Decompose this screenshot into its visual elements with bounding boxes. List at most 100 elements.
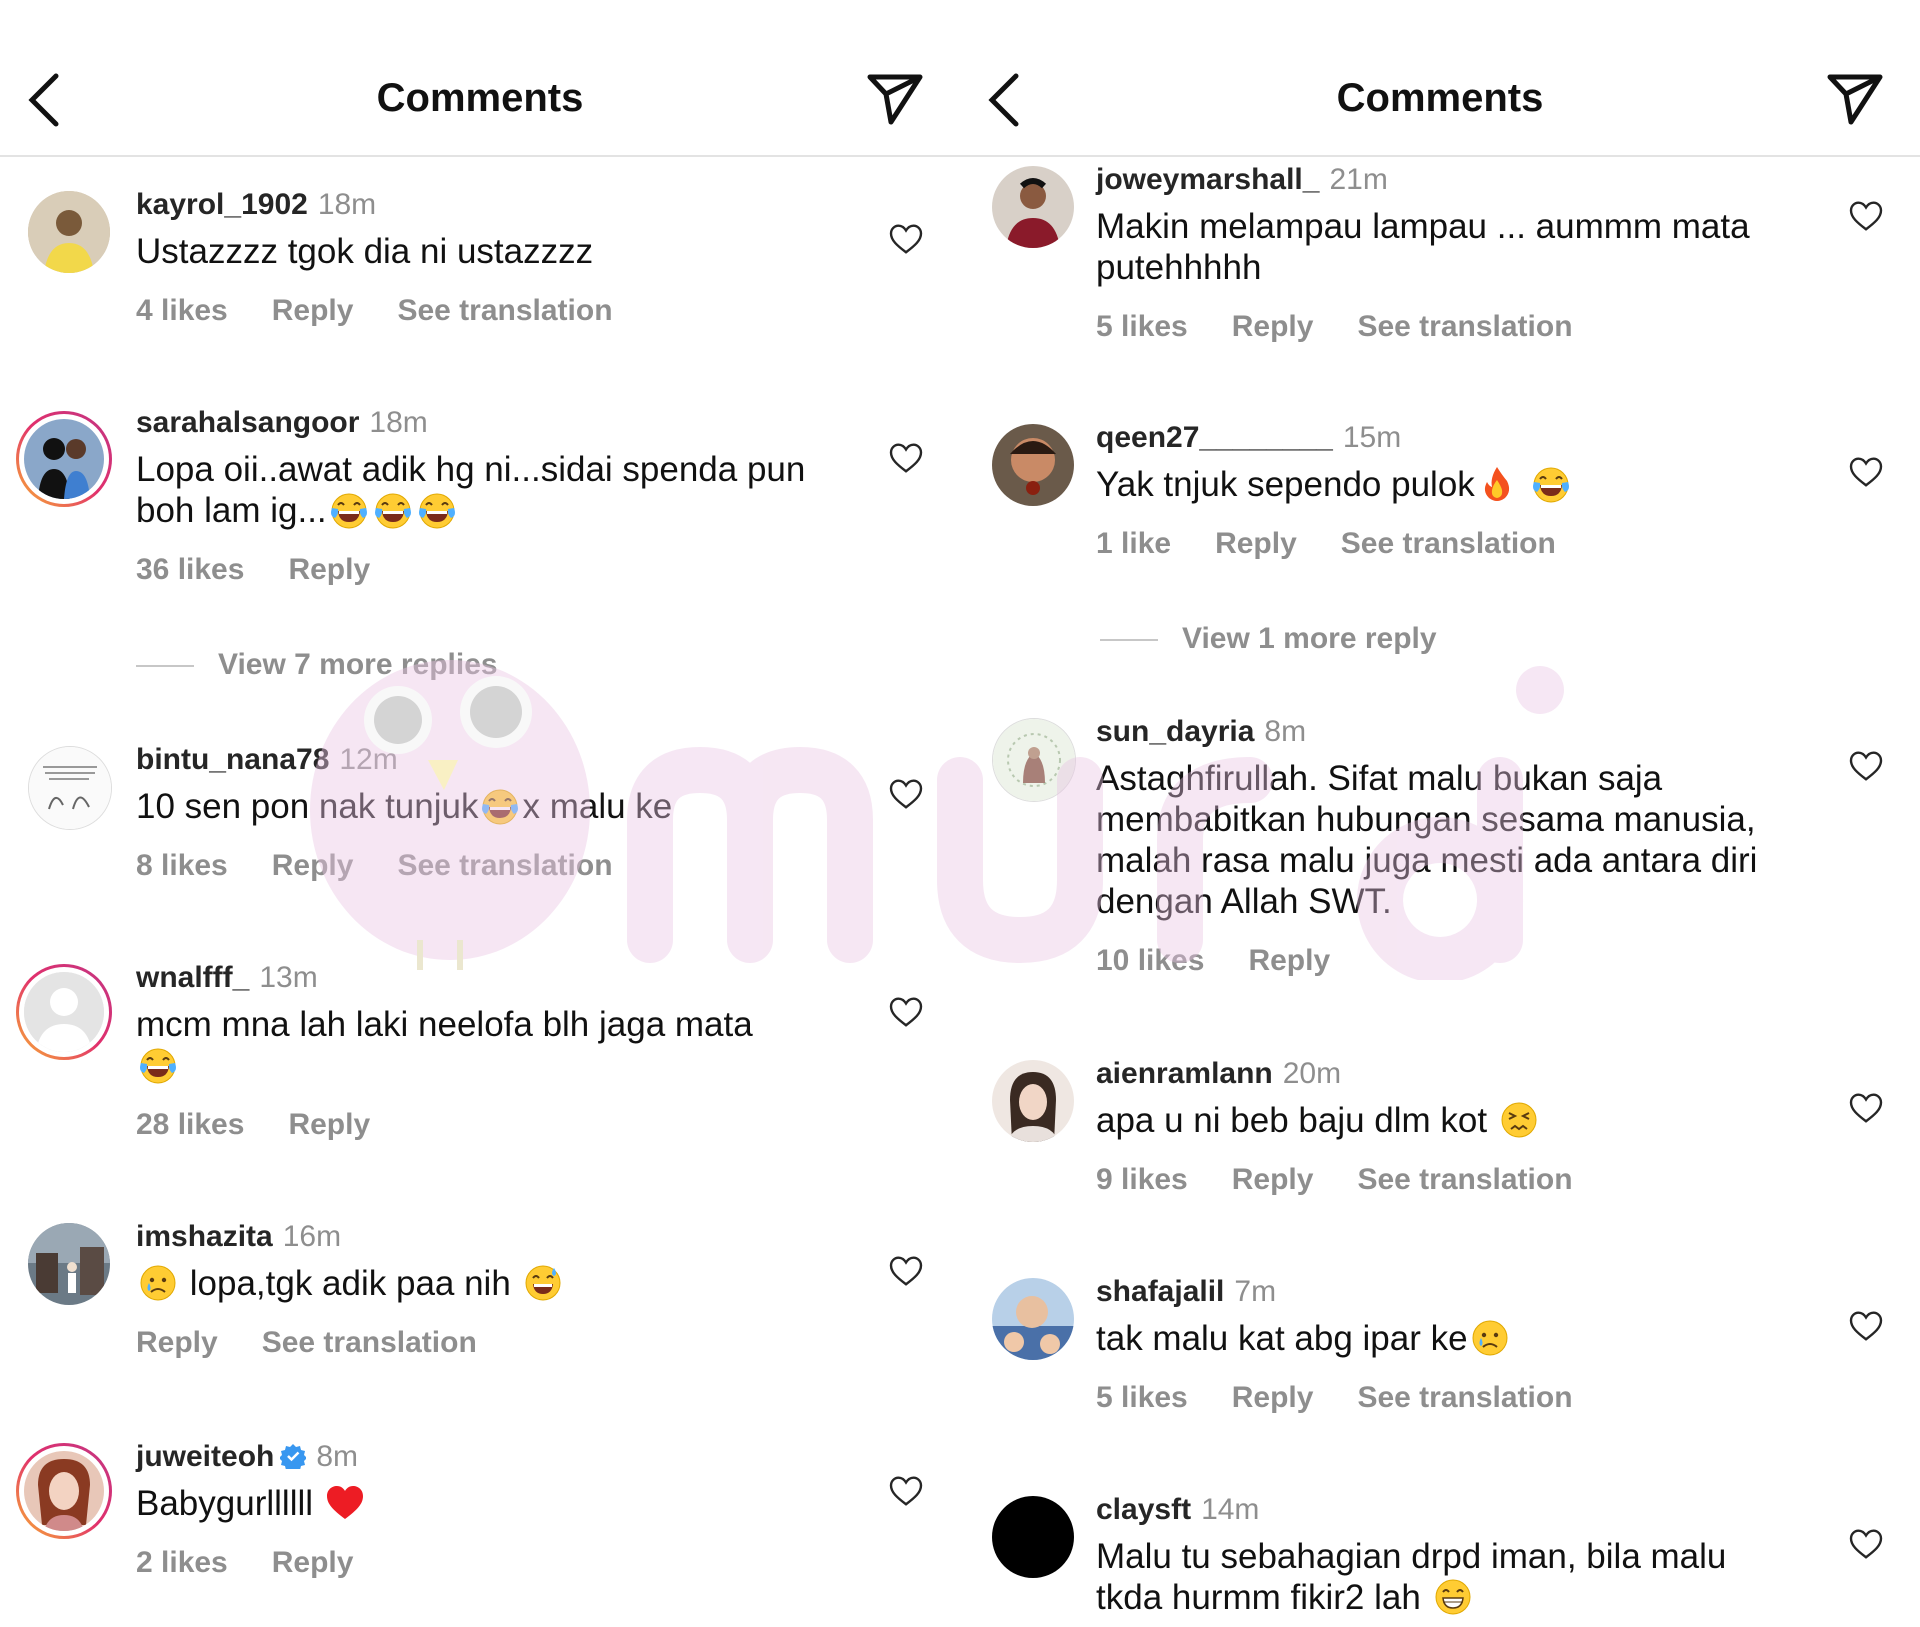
comment-text: tak malu kat abg ipar ke bbox=[1096, 1318, 1800, 1359]
username[interactable]: shafajalil bbox=[1096, 1275, 1224, 1308]
comments-panel-right: Comments joweymarshall_ 21m Makin melampa… bbox=[960, 0, 1920, 1627]
fire-emoji-icon bbox=[1477, 464, 1517, 504]
see-translation-button[interactable]: See translation bbox=[1357, 1381, 1572, 1414]
grinning-face-emoji-icon bbox=[1433, 1577, 1473, 1617]
reply-button[interactable]: Reply bbox=[272, 1546, 354, 1579]
username[interactable]: aienramlann bbox=[1096, 1057, 1273, 1090]
username[interactable]: kayrol_1902 bbox=[136, 188, 308, 221]
laughing-tears-emoji-icon bbox=[417, 490, 457, 530]
likes-count[interactable]: 9 likes bbox=[1096, 1163, 1188, 1196]
send-icon[interactable] bbox=[1826, 72, 1884, 126]
timestamp: 18m bbox=[317, 188, 377, 221]
reply-button[interactable]: Reply bbox=[288, 1108, 370, 1141]
see-translation-button[interactable]: See translation bbox=[397, 849, 612, 882]
comment-text: Makin melampau lampau ... aummm mata put… bbox=[1096, 207, 1750, 287]
persevering-face-emoji-icon bbox=[1499, 1100, 1539, 1140]
reply-button[interactable]: Reply bbox=[272, 849, 354, 882]
reply-button[interactable]: Reply bbox=[1232, 1381, 1314, 1414]
likes-count[interactable]: 2 likes bbox=[136, 1546, 228, 1579]
comment-text: Malu tu sebahagian drpd iman, bila malu … bbox=[1096, 1537, 1727, 1617]
timestamp: 12m bbox=[339, 743, 398, 776]
avatar[interactable] bbox=[16, 1443, 112, 1539]
timestamp: 13m bbox=[259, 961, 318, 994]
like-heart-icon[interactable] bbox=[1848, 1526, 1884, 1560]
view-more-replies[interactable]: View 7 more replies bbox=[136, 648, 498, 682]
avatar[interactable] bbox=[28, 746, 112, 830]
reply-button[interactable]: Reply bbox=[1248, 944, 1330, 977]
likes-count[interactable]: 28 likes bbox=[136, 1108, 244, 1141]
comment-text: Yak tnjuk sependo pulok bbox=[1096, 464, 1800, 505]
like-heart-icon[interactable] bbox=[1848, 1308, 1884, 1342]
grinning-sweat-emoji-icon bbox=[523, 1263, 563, 1303]
reply-button[interactable]: Reply bbox=[136, 1326, 218, 1359]
username[interactable]: sarahalsangoor bbox=[136, 406, 359, 439]
verified-badge-icon bbox=[280, 1444, 307, 1469]
username[interactable]: wnalfff_ bbox=[136, 961, 249, 994]
username[interactable]: claysft bbox=[1096, 1493, 1191, 1526]
see-translation-button[interactable]: See translation bbox=[397, 294, 612, 327]
like-heart-icon[interactable] bbox=[1848, 198, 1884, 232]
like-heart-icon[interactable] bbox=[1848, 1090, 1884, 1124]
see-translation-button[interactable]: See translation bbox=[262, 1326, 477, 1359]
like-heart-icon[interactable] bbox=[1848, 454, 1884, 488]
likes-count[interactable]: 10 likes bbox=[1096, 944, 1204, 977]
reply-button[interactable]: Reply bbox=[1232, 310, 1314, 343]
avatar[interactable] bbox=[992, 1060, 1074, 1142]
like-heart-icon[interactable] bbox=[888, 1253, 924, 1287]
reply-button[interactable]: Reply bbox=[1232, 1163, 1314, 1196]
likes-count[interactable]: 8 likes bbox=[136, 849, 228, 882]
avatar[interactable] bbox=[16, 411, 112, 507]
see-translation-button[interactable]: See translation bbox=[1357, 310, 1572, 343]
avatar[interactable] bbox=[992, 166, 1074, 248]
username[interactable]: qeen27________ bbox=[1096, 421, 1333, 454]
like-heart-icon[interactable] bbox=[888, 440, 924, 474]
avatar[interactable] bbox=[992, 1278, 1074, 1360]
username[interactable]: sun_dayria bbox=[1096, 715, 1254, 748]
crying-face-emoji-icon bbox=[1470, 1318, 1510, 1358]
timestamp: 21m bbox=[1329, 163, 1388, 196]
red-heart-emoji-icon bbox=[325, 1483, 365, 1523]
likes-count[interactable]: 5 likes bbox=[1096, 1381, 1188, 1414]
see-translation-button[interactable]: See translation bbox=[1341, 527, 1556, 560]
timestamp: 16m bbox=[282, 1220, 342, 1253]
avatar[interactable] bbox=[992, 1496, 1074, 1578]
like-heart-icon[interactable] bbox=[888, 776, 924, 810]
reply-button[interactable]: Reply bbox=[1215, 527, 1297, 560]
laughing-tears-emoji-icon bbox=[329, 490, 369, 530]
timestamp: 14m bbox=[1201, 1493, 1260, 1526]
avatar[interactable] bbox=[992, 718, 1076, 802]
send-icon[interactable] bbox=[866, 72, 924, 126]
laughing-tears-emoji-icon bbox=[480, 786, 520, 826]
comment-text: apa u ni beb baju dlm kot bbox=[1096, 1100, 1800, 1141]
comment-text: lopa,tgk adik paa nih bbox=[136, 1263, 840, 1304]
username[interactable]: bintu_nana78 bbox=[136, 743, 329, 776]
header: Comments bbox=[0, 0, 960, 157]
username[interactable]: imshazita bbox=[136, 1220, 273, 1253]
avatar[interactable] bbox=[16, 964, 112, 1060]
view-more-replies[interactable]: View 1 more reply bbox=[1100, 622, 1437, 656]
reply-button[interactable]: Reply bbox=[288, 553, 370, 586]
avatar[interactable] bbox=[28, 191, 110, 273]
like-heart-icon[interactable] bbox=[888, 1473, 924, 1507]
likes-count[interactable]: 5 likes bbox=[1096, 310, 1188, 343]
avatar[interactable] bbox=[992, 424, 1074, 506]
timestamp: 20m bbox=[1282, 1057, 1342, 1090]
username[interactable]: joweymarshall_ bbox=[1096, 163, 1319, 196]
timestamp: 8m bbox=[316, 1440, 359, 1473]
divider-line bbox=[1100, 639, 1158, 642]
like-heart-icon[interactable] bbox=[888, 221, 924, 255]
reply-button[interactable]: Reply bbox=[272, 294, 354, 327]
see-translation-button[interactable]: See translation bbox=[1357, 1163, 1572, 1196]
laughing-tears-emoji-icon bbox=[138, 1045, 178, 1085]
likes-count[interactable]: 4 likes bbox=[136, 294, 228, 327]
avatar[interactable] bbox=[28, 1223, 110, 1305]
crying-face-emoji-icon bbox=[138, 1263, 178, 1303]
like-heart-icon[interactable] bbox=[1848, 748, 1884, 782]
like-heart-icon[interactable] bbox=[888, 994, 924, 1028]
username[interactable]: juweiteoh bbox=[136, 1440, 274, 1473]
comment-text: Ustazzzz tgok dia ni ustazzzz bbox=[136, 232, 594, 271]
likes-count[interactable]: 1 like bbox=[1096, 527, 1171, 560]
likes-count[interactable]: 36 likes bbox=[136, 553, 244, 586]
page-title: Comments bbox=[376, 76, 584, 120]
laughing-tears-emoji-icon bbox=[1531, 464, 1571, 504]
